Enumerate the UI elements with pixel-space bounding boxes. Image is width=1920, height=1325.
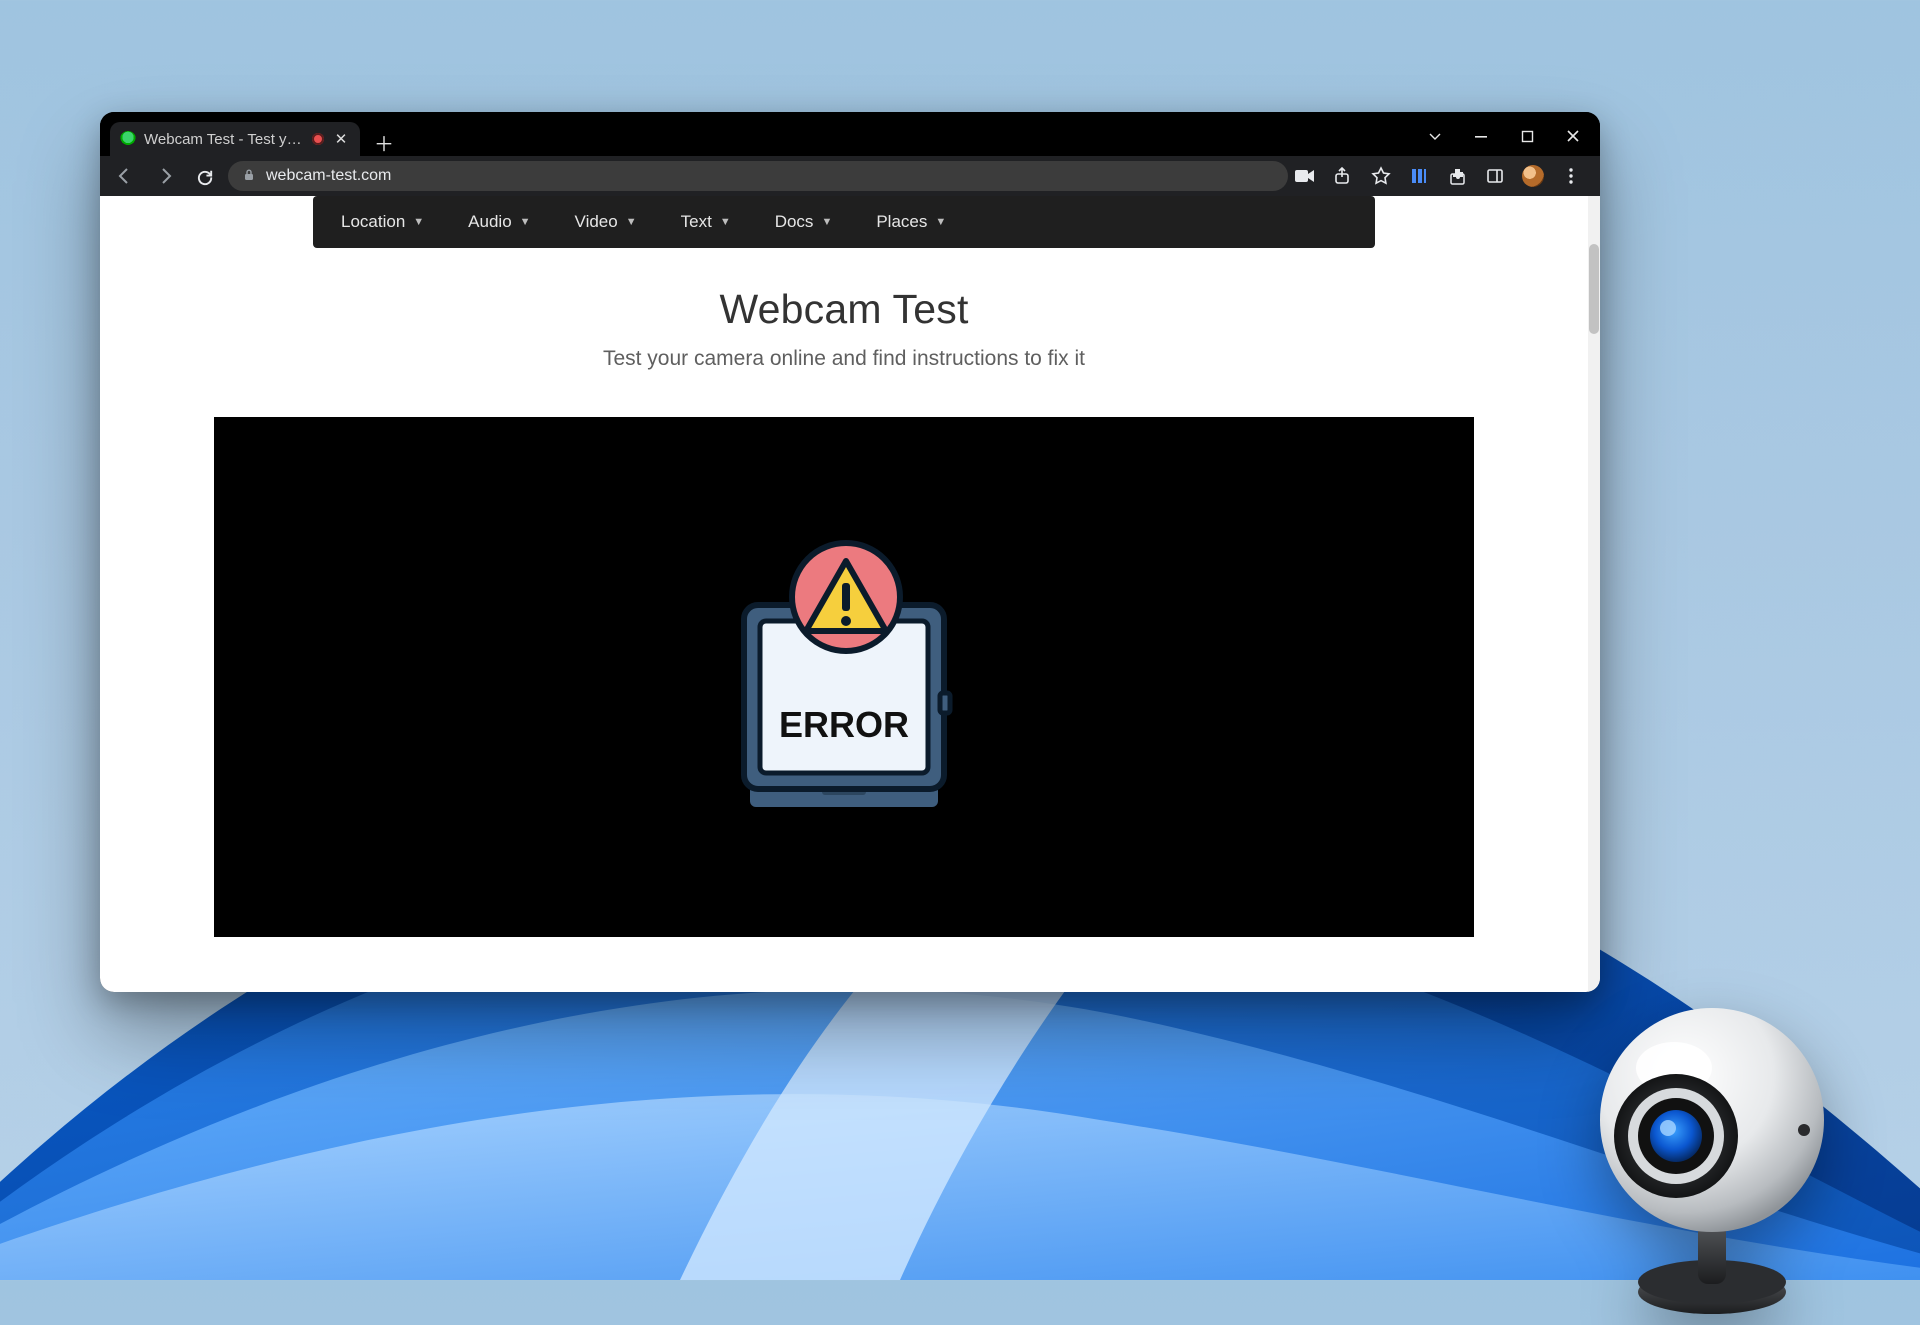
tab-recording-indicator-icon — [312, 133, 324, 145]
scrollbar-thumb[interactable] — [1589, 244, 1599, 334]
camera-indicator-icon[interactable] — [1294, 165, 1316, 187]
scrollbar-vertical[interactable] — [1588, 196, 1600, 992]
nav-item-label: Video — [575, 212, 618, 232]
nav-item-location[interactable]: Location ▼ — [341, 212, 424, 232]
window-close-button[interactable] — [1550, 116, 1596, 156]
extensions-button[interactable] — [1446, 165, 1468, 187]
bookmark-button[interactable] — [1370, 165, 1392, 187]
nav-item-label: Audio — [468, 212, 511, 232]
browser-menu-button[interactable] — [1560, 165, 1582, 187]
tab-close-button[interactable]: ✕ — [332, 130, 350, 148]
lock-icon — [242, 168, 256, 185]
nav-reload-button[interactable] — [188, 159, 222, 193]
new-tab-button[interactable]: ＋ — [370, 128, 398, 156]
nav-forward-button[interactable] — [148, 159, 182, 193]
nav-item-places[interactable]: Places ▼ — [876, 212, 946, 232]
nav-item-docs[interactable]: Docs ▼ — [775, 212, 833, 232]
address-bar[interactable]: webcam-test.com — [228, 161, 1288, 191]
chevron-down-icon: ▼ — [413, 216, 424, 228]
address-bar-url: webcam-test.com — [266, 167, 391, 185]
site-navbar: Location ▼ Audio ▼ Video ▼ Text ▼ Docs ▼ Plac… — [313, 196, 1375, 248]
chevron-down-icon: ▼ — [626, 216, 637, 228]
chevron-down-icon: ▼ — [520, 216, 531, 228]
extension-1-icon[interactable] — [1408, 165, 1430, 187]
page-title: Webcam Test — [100, 286, 1588, 333]
window-maximize-button[interactable] — [1504, 116, 1550, 156]
profile-avatar[interactable] — [1522, 165, 1544, 187]
tab-title: Webcam Test - Test your cam — [144, 131, 304, 148]
webcam-preview-area: ERROR — [214, 417, 1474, 937]
nav-item-label: Text — [681, 212, 712, 232]
tab-search-button[interactable] — [1412, 116, 1458, 156]
error-illustration-icon: ERROR — [704, 527, 984, 827]
browser-toolbar: webcam-test.com — [100, 156, 1600, 196]
window-minimize-button[interactable] — [1458, 116, 1504, 156]
nav-item-label: Places — [876, 212, 927, 232]
nav-item-label: Docs — [775, 212, 814, 232]
window-controls — [1412, 116, 1600, 156]
nav-item-text[interactable]: Text ▼ — [681, 212, 731, 232]
tab-favicon-icon — [120, 131, 136, 147]
tab-strip: Webcam Test - Test your cam ✕ ＋ — [100, 122, 398, 156]
nav-back-button[interactable] — [108, 159, 142, 193]
webcam-graphic-icon — [1572, 960, 1852, 1320]
chevron-down-icon: ▼ — [821, 216, 832, 228]
browser-tab-active[interactable]: Webcam Test - Test your cam ✕ — [110, 122, 360, 156]
browser-window: Webcam Test - Test your cam ✕ ＋ — [100, 112, 1600, 992]
page-subtitle: Test your camera online and find instruc… — [100, 347, 1588, 371]
nav-item-video[interactable]: Video ▼ — [575, 212, 637, 232]
nav-item-label: Location — [341, 212, 405, 232]
page-content: Location ▼ Audio ▼ Video ▼ Text ▼ Docs ▼ Plac… — [100, 196, 1588, 992]
chevron-down-icon: ▼ — [935, 216, 946, 228]
error-text: ERROR — [779, 704, 909, 745]
chevron-down-icon: ▼ — [720, 216, 731, 228]
nav-item-audio[interactable]: Audio ▼ — [468, 212, 530, 232]
toolbar-actions — [1294, 165, 1592, 187]
share-button[interactable] — [1332, 165, 1354, 187]
side-panel-button[interactable] — [1484, 165, 1506, 187]
browser-titlebar: Webcam Test - Test your cam ✕ ＋ — [100, 112, 1600, 156]
page-viewport: Location ▼ Audio ▼ Video ▼ Text ▼ Docs ▼ Plac… — [100, 196, 1600, 992]
